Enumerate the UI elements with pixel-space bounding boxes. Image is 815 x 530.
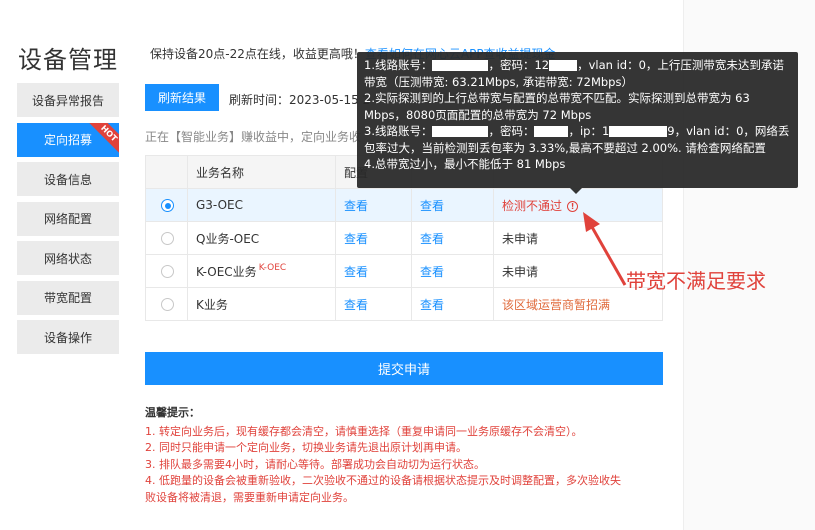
detail-view-link[interactable]: 查看 bbox=[420, 265, 444, 279]
status-subtext: 正在【智能业务】赚收益中，定向业务收 bbox=[145, 130, 362, 144]
hot-badge: HOT bbox=[87, 122, 119, 155]
radio-button[interactable] bbox=[161, 265, 174, 278]
refresh-button[interactable]: 刷新结果 bbox=[145, 84, 219, 111]
redacted-block bbox=[549, 60, 578, 71]
status-text: 该区域运营商暂招满 bbox=[502, 297, 611, 312]
tips-section: 温馨提示： 1. 转定向业务后，现有缓存都会清空，请慎重选择（重复申请同一业务原… bbox=[145, 405, 675, 506]
redacted-block bbox=[534, 126, 569, 137]
config-view-link[interactable]: 查看 bbox=[344, 298, 368, 312]
submit-application-button[interactable]: 提交申请 bbox=[145, 352, 663, 385]
redacted-block bbox=[432, 60, 489, 71]
sidebar-item-targeted-recruit[interactable]: 定向招募 HOT bbox=[17, 122, 119, 157]
sidebar-item-network-status[interactable]: 网络状态 bbox=[17, 241, 119, 275]
page-title: 设备管理 bbox=[18, 46, 118, 74]
config-view-link[interactable]: 查看 bbox=[344, 265, 368, 279]
business-name: K业务 bbox=[187, 287, 336, 321]
config-view-link[interactable]: 查看 bbox=[344, 199, 368, 213]
tooltip-arrow bbox=[570, 188, 582, 194]
status-text: 未申请 bbox=[493, 221, 663, 255]
tip-item: 2. 同时只能申请一个定向业务，切换业务请先退出原计划再申请。 bbox=[145, 441, 467, 454]
tip-item: 1. 转定向业务后，现有缓存都会清空，请慎重选择（重复申请同一业务原缓存不会清空… bbox=[145, 424, 583, 438]
sidebar-item-device-info[interactable]: 设备信息 bbox=[17, 162, 119, 196]
sidebar-item-bandwidth-config[interactable]: 带宽配置 bbox=[17, 280, 119, 315]
annotation-label: 带宽不满足要求 bbox=[626, 269, 766, 293]
tips-title: 温馨提示： bbox=[145, 406, 200, 419]
radio-button[interactable] bbox=[161, 232, 174, 245]
business-name: Q业务-OEC bbox=[187, 221, 336, 255]
sidebar: 设备异常报告 定向招募 HOT 设备信息 网络配置 网络状态 带宽配置 设备操作 bbox=[17, 83, 119, 360]
sidebar-item-abnormal-report[interactable]: 设备异常报告 bbox=[17, 83, 119, 117]
radio-button[interactable] bbox=[161, 199, 174, 212]
device-management-page: 设备管理 设备异常报告 定向招募 HOT 设备信息 网络配置 网络状态 带宽配置… bbox=[0, 0, 815, 530]
error-info-icon[interactable]: ! bbox=[567, 200, 579, 212]
redacted-block bbox=[432, 126, 489, 137]
error-tooltip: 1.线路账号： ，密码：12 ，vlan id：0，上行压测带宽未达到承诺 带宽（压… bbox=[357, 52, 798, 188]
radio-button[interactable] bbox=[161, 298, 174, 311]
header-select bbox=[145, 155, 188, 189]
tip-item: 3. 排队最多需要4小时，请耐心等待。部署成功会自动切为运行状态。 bbox=[145, 457, 485, 471]
detail-view-link[interactable]: 查看 bbox=[420, 298, 444, 312]
header-business-name: 业务名称 bbox=[187, 155, 336, 189]
detail-view-link[interactable]: 查看 bbox=[420, 232, 444, 246]
table-row[interactable]: K业务 查看 查看 该区域运营商暂招满 bbox=[145, 287, 663, 321]
config-view-link[interactable]: 查看 bbox=[344, 232, 368, 246]
sidebar-item-network-config[interactable]: 网络配置 bbox=[17, 201, 119, 236]
refresh-time: 刷新时间：2023-05-15 2 bbox=[229, 93, 371, 107]
business-name: K-OEC业务 bbox=[196, 264, 257, 279]
status-text: 检测不通过 bbox=[502, 198, 563, 213]
redacted-block bbox=[609, 126, 668, 137]
annotation-arrow-icon bbox=[583, 212, 627, 286]
business-tag: K-OEC bbox=[258, 262, 287, 273]
detail-view-link[interactable]: 查看 bbox=[420, 199, 444, 213]
tip-item: 4. 低跑量的设备会被重新验收，二次验收不通过的设备请根据状态提示及时调整配置，… bbox=[145, 474, 621, 487]
sidebar-item-device-ops[interactable]: 设备操作 bbox=[17, 320, 119, 354]
business-name: G3-OEC bbox=[187, 188, 336, 222]
tip-item: 败设备将被清退，需要重新申请定向业务。 bbox=[145, 490, 354, 504]
